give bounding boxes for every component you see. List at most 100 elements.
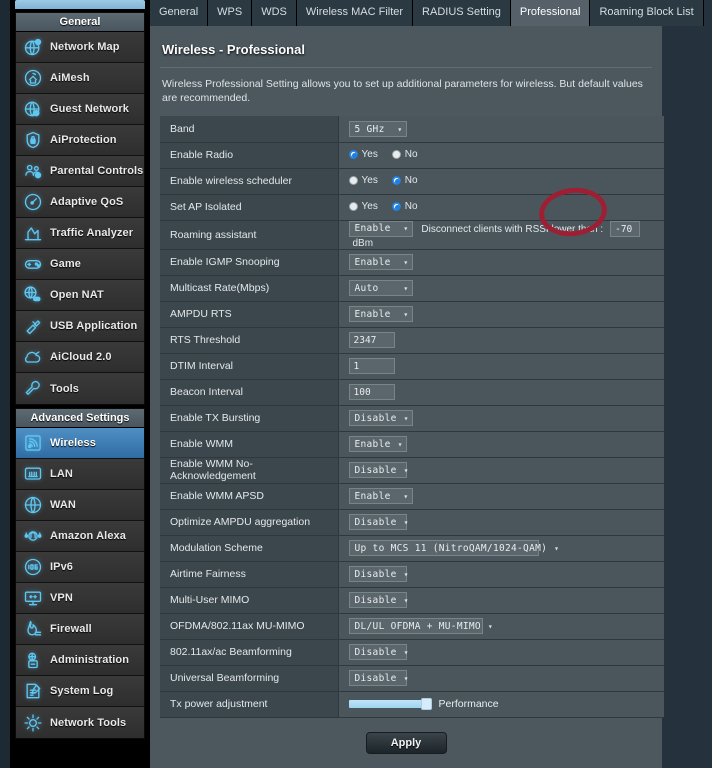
apply-row: Apply xyxy=(158,717,654,754)
network-tools-icon xyxy=(22,712,44,734)
sidebar-item-administration[interactable]: Administration xyxy=(16,645,144,676)
sidebar-item-firewall[interactable]: Firewall xyxy=(16,614,144,645)
wmm-noack-select[interactable]: Disable ▾ xyxy=(348,462,408,479)
sidebar-item-system-log[interactable]: System Log xyxy=(16,676,144,707)
label-airtime-fairness: Airtime Fairness xyxy=(160,561,339,588)
ofdma-select[interactable]: DL/UL OFDMA + MU-MIMO ▾ xyxy=(348,618,493,635)
sidebar-item-wan[interactable]: WAN xyxy=(16,490,144,521)
enable-radio-yes[interactable]: Yes xyxy=(348,149,378,160)
ap-isolated-yes[interactable]: Yes xyxy=(348,200,378,212)
ampdu-rts-select[interactable]: Enable ▾ xyxy=(348,306,413,323)
ap-isolated-no[interactable]: No xyxy=(391,200,418,212)
optimize-ampdu-select[interactable]: Disable ▾ xyxy=(348,514,408,531)
beacon-interval-input[interactable]: 100 xyxy=(348,384,395,401)
apply-button[interactable]: Apply xyxy=(365,731,447,754)
band-select[interactable]: 5 GHz ▾ xyxy=(348,121,407,138)
table-row-rts-threshold: RTS Threshold 2347 xyxy=(160,327,664,354)
radio-button-icon[interactable] xyxy=(348,201,358,211)
chevron-down-icon: ▾ xyxy=(403,309,409,319)
sidebar-item-ipv6[interactable]: IPv6 xyxy=(16,552,144,583)
table-row-igmp-snooping: Enable IGMP Snooping Enable ▾ xyxy=(160,249,664,276)
beamforming-ax-select[interactable]: Disable ▾ xyxy=(348,644,408,661)
table-row-mu-mimo: Multi-User MIMO Disable ▾ xyxy=(160,587,664,614)
label-tx-bursting: Enable TX Bursting xyxy=(160,405,339,432)
airtime-fairness-select[interactable]: Disable ▾ xyxy=(348,566,408,583)
rssi-hint-text: Disconnect clients with RSSI lower than … xyxy=(421,223,604,235)
roaming-assistant-select[interactable]: Enable ▾ xyxy=(348,220,413,237)
wmm-select[interactable]: Enable ▾ xyxy=(348,436,407,453)
gauge-icon xyxy=(22,191,44,213)
sidebar-item-label: USB Application xyxy=(50,320,138,332)
sidebar-item-lan[interactable]: LAN xyxy=(16,459,144,490)
chevron-down-icon: ▾ xyxy=(403,283,409,293)
multicast-rate-select[interactable]: Auto ▾ xyxy=(348,280,413,297)
ap-isolated-yes-label: Yes xyxy=(361,200,378,212)
universal-beamforming-select-value: Disable xyxy=(354,672,397,684)
sidebar-item-label: VPN xyxy=(50,592,73,604)
firewall-icon xyxy=(22,618,44,640)
modulation-scheme-select[interactable]: Up to MCS 11 (NitroQAM/1024-QAM) ▾ xyxy=(348,540,559,557)
tx-bursting-select[interactable]: Disable ▾ xyxy=(348,410,413,427)
wireless-scheduler-yes-label: Yes xyxy=(361,174,378,186)
sidebar-item-open-nat[interactable]: Open NAT xyxy=(16,280,144,311)
sidebar-item-game[interactable]: Game xyxy=(16,249,144,280)
sidebar-item-wireless[interactable]: Wireless xyxy=(16,428,144,459)
sidebar-group-header: General xyxy=(16,13,144,32)
tab-roaming-block-list[interactable]: Roaming Block List xyxy=(590,0,704,26)
wireless-scheduler-no[interactable]: No xyxy=(391,175,418,186)
table-row-ampdu-rts: AMPDU RTS Enable ▾ xyxy=(160,301,664,328)
title-divider xyxy=(160,67,652,68)
wireless-scheduler-yes[interactable]: Yes xyxy=(348,174,378,186)
ipv6-icon xyxy=(22,556,44,578)
tx-power-mode-label: Performance xyxy=(438,698,499,711)
label-multicast-rate: Multicast Rate(Mbps) xyxy=(160,275,339,302)
sidebar-item-parental-controls[interactable]: Parental Controls xyxy=(16,156,144,187)
sidebar-item-network-tools[interactable]: Network Tools xyxy=(16,707,144,738)
radio-button-icon[interactable] xyxy=(391,149,401,159)
dtim-interval-input[interactable]: 1 xyxy=(348,358,395,375)
ap-isolated-no-label: No xyxy=(404,200,418,212)
tab-wds[interactable]: WDS xyxy=(252,0,297,26)
chevron-down-icon: ▾ xyxy=(397,439,403,449)
label-beamforming-ax: 802.11ax/ac Beamforming xyxy=(160,639,339,666)
rssi-threshold-input[interactable]: -70 xyxy=(610,220,641,237)
chevron-down-icon: ▾ xyxy=(403,595,409,605)
radio-button-icon[interactable] xyxy=(391,201,401,211)
universal-beamforming-select[interactable]: Disable ▾ xyxy=(348,670,408,687)
sidebar-item-network-map[interactable]: Network Map xyxy=(16,32,144,63)
sidebar-item-label: Game xyxy=(50,258,81,270)
sidebar-item-guest-network[interactable]: Guest Network xyxy=(16,94,144,125)
tx-power-slider-handle[interactable] xyxy=(420,698,432,711)
radio-button-icon[interactable] xyxy=(391,175,401,185)
tab-professional[interactable]: Professional xyxy=(510,0,591,26)
sidebar-item-aimesh[interactable]: AiMesh xyxy=(16,63,144,94)
wrench-icon xyxy=(22,378,44,400)
wmm-apsd-select[interactable]: Enable ▾ xyxy=(348,488,413,505)
table-row-wmm-apsd: Enable WMM APSD Enable ▾ xyxy=(160,483,664,510)
tab-wps[interactable]: WPS xyxy=(208,0,253,26)
sidebar-top-accent-bar xyxy=(15,0,145,9)
tx-power-slider-track[interactable] xyxy=(348,698,432,711)
aimesh-icon xyxy=(22,67,44,89)
radio-button-icon[interactable] xyxy=(348,149,358,159)
sidebar-item-aicloud-2-0[interactable]: AiCloud 2.0 xyxy=(16,342,144,373)
sidebar-item-tools[interactable]: Tools xyxy=(16,373,144,404)
sidebar-item-usb-application[interactable]: USB Application xyxy=(16,311,144,342)
mu-mimo-select[interactable]: Disable ▾ xyxy=(348,592,409,609)
tab-radius-setting[interactable]: RADIUS Setting xyxy=(413,0,511,26)
tx-power-slider[interactable]: Performance xyxy=(348,698,499,711)
table-row-airtime-fairness: Airtime Fairness Disable ▾ xyxy=(160,561,664,588)
sidebar-item-amazon-alexa[interactable]: Amazon Alexa xyxy=(16,521,144,552)
sidebar-item-adaptive-qos[interactable]: Adaptive QoS xyxy=(16,187,144,218)
label-wireless-scheduler: Enable wireless scheduler xyxy=(160,168,339,195)
rts-threshold-input[interactable]: 2347 xyxy=(348,332,395,349)
sidebar-item-vpn[interactable]: VPN xyxy=(16,583,144,614)
igmp-snooping-select-value: Enable xyxy=(354,256,391,268)
tab-wireless-mac-filter[interactable]: Wireless MAC Filter xyxy=(296,0,414,26)
radio-button-icon[interactable] xyxy=(348,175,358,185)
tab-general[interactable]: General xyxy=(150,0,209,26)
sidebar-item-traffic-analyzer[interactable]: Traffic Analyzer xyxy=(16,218,144,249)
igmp-snooping-select[interactable]: Enable ▾ xyxy=(348,254,413,271)
enable-radio-no[interactable]: No xyxy=(391,149,418,160)
sidebar-item-aiprotection[interactable]: AiProtection xyxy=(16,125,144,156)
